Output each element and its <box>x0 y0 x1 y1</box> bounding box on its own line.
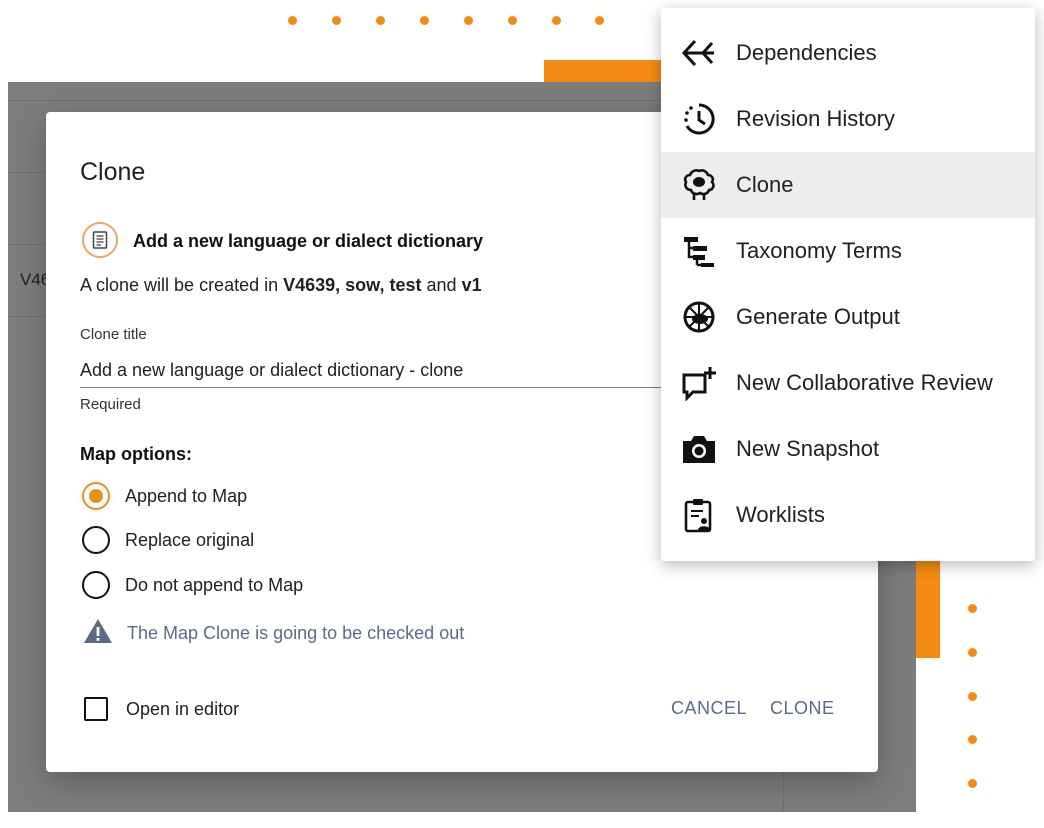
cancel-button[interactable]: CANCEL <box>671 698 747 719</box>
menu-item-label: Clone <box>736 172 794 197</box>
radio-option-do-not-append[interactable]: Do not append to Map <box>82 571 303 599</box>
radio-button[interactable] <box>82 526 110 554</box>
menu-item-generate-output[interactable]: Generate Output <box>661 284 1035 350</box>
clone-info-joiner: and <box>421 275 462 295</box>
menu-item-taxonomy-terms[interactable]: Taxonomy Terms <box>661 218 1035 284</box>
decor-dot <box>968 648 977 657</box>
menu-item-new-collaborative-review[interactable]: New Collaborative Review <box>661 350 1035 416</box>
document-icon <box>82 222 118 258</box>
clone-info-version: v1 <box>461 275 482 295</box>
dialog-title: Clone <box>80 158 146 186</box>
actions-menu: Dependencies Revision History Clone Taxo… <box>661 8 1035 561</box>
open-in-editor-label: Open in editor <box>126 698 240 719</box>
menu-item-label: Generate Output <box>736 304 900 329</box>
menu-item-clone[interactable]: Clone <box>661 152 1035 218</box>
clone-info-location: V4639, sow, test <box>283 275 422 295</box>
generate-output-icon <box>679 297 719 337</box>
decor-bar <box>544 60 674 84</box>
warning-triangle-icon <box>82 617 114 650</box>
radio-option-append[interactable]: Append to Map <box>82 482 247 510</box>
warning-text: The Map Clone is going to be checked out <box>127 623 465 643</box>
decor-dot <box>968 604 977 613</box>
menu-item-label: New Collaborative Review <box>736 370 993 395</box>
worklist-clipboard-icon <box>679 495 719 535</box>
menu-item-label: Worklists <box>736 502 825 527</box>
radio-label: Replace original <box>125 529 255 550</box>
menu-item-label: New Snapshot <box>736 436 880 461</box>
menu-item-label: Taxonomy Terms <box>736 238 902 263</box>
decor-dot <box>376 16 385 25</box>
decor-dot <box>332 16 341 25</box>
menu-item-worklists[interactable]: Worklists <box>661 482 1035 548</box>
clone-button[interactable]: CLONE <box>770 698 835 719</box>
clone-title-label: Clone title <box>80 326 147 343</box>
menu-item-revision-history[interactable]: Revision History <box>661 86 1035 152</box>
decor-dot <box>968 779 977 788</box>
taxonomy-tree-icon <box>679 231 719 271</box>
clone-title-helper: Required <box>80 396 141 413</box>
decor-dot <box>464 16 473 25</box>
menu-item-dependencies[interactable]: Dependencies <box>661 20 1035 86</box>
history-clock-icon <box>679 99 719 139</box>
menu-item-label: Revision History <box>736 106 895 131</box>
checkout-warning: The Map Clone is going to be checked out <box>82 617 464 650</box>
radio-label: Do not append to Map <box>125 574 304 595</box>
document-title: Add a new language or dialect dictionary <box>133 231 484 251</box>
sheep-icon <box>679 165 719 205</box>
open-in-editor-option[interactable]: Open in editor <box>84 697 239 721</box>
camera-icon <box>679 429 719 469</box>
radio-option-replace[interactable]: Replace original <box>82 526 254 554</box>
decor-dot <box>968 735 977 744</box>
radio-button[interactable] <box>82 571 110 599</box>
decor-dot <box>288 16 297 25</box>
menu-item-new-snapshot[interactable]: New Snapshot <box>661 416 1035 482</box>
decor-bar <box>916 548 940 658</box>
decor-dot <box>968 692 977 701</box>
decor-dot <box>595 16 604 25</box>
decor-dot <box>552 16 561 25</box>
radio-button[interactable] <box>82 482 110 510</box>
clone-info-prefix: A clone will be created in <box>80 275 284 295</box>
menu-item-label: Dependencies <box>736 40 877 65</box>
map-options-label: Map options: <box>80 444 192 464</box>
add-comment-icon <box>679 363 719 403</box>
decor-dot <box>508 16 517 25</box>
dependencies-icon <box>679 33 719 73</box>
clone-location-info: A clone will be created in V4639, sow, t… <box>80 275 482 296</box>
decor-dot <box>420 16 429 25</box>
radio-label: Append to Map <box>125 485 248 506</box>
open-in-editor-checkbox[interactable] <box>84 697 108 721</box>
